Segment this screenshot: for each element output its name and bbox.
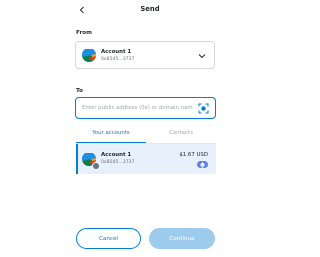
cancel-button[interactable]: Cancel	[76, 228, 141, 249]
from-account-address: 0x8545...3737	[101, 57, 135, 62]
list-account-address: 0x8545...3737	[101, 160, 135, 165]
account-avatar	[82, 48, 96, 62]
account-list-item[interactable]: Account 1 0x8545...3737 $1.67 USD	[76, 144, 216, 174]
list-account-name: Account 1	[101, 152, 132, 158]
from-label: From	[76, 30, 92, 36]
selected-row-marker	[76, 144, 78, 174]
page-title: Send	[140, 5, 160, 13]
tab-your-accounts[interactable]: Your accounts	[76, 127, 146, 143]
send-screen: Send From Account 1 0x8545...3737 To You…	[0, 0, 300, 257]
recipient-tabs: Your accounts Contacts	[76, 127, 216, 143]
from-account-name: Account 1	[101, 49, 132, 55]
tab-contacts[interactable]: Contacts	[146, 127, 216, 143]
recipient-address-input[interactable]	[75, 97, 216, 119]
qr-scan-icon[interactable]	[198, 103, 209, 114]
from-account-selector[interactable]: Account 1 0x8545...3737	[75, 41, 215, 69]
to-label: To	[76, 88, 83, 94]
network-mini-icon	[92, 162, 100, 170]
chevron-down-icon	[198, 54, 206, 59]
account-balance: $1.67 USD	[179, 152, 208, 158]
continue-button[interactable]: Continue	[149, 228, 215, 249]
eth-icon	[197, 161, 208, 168]
